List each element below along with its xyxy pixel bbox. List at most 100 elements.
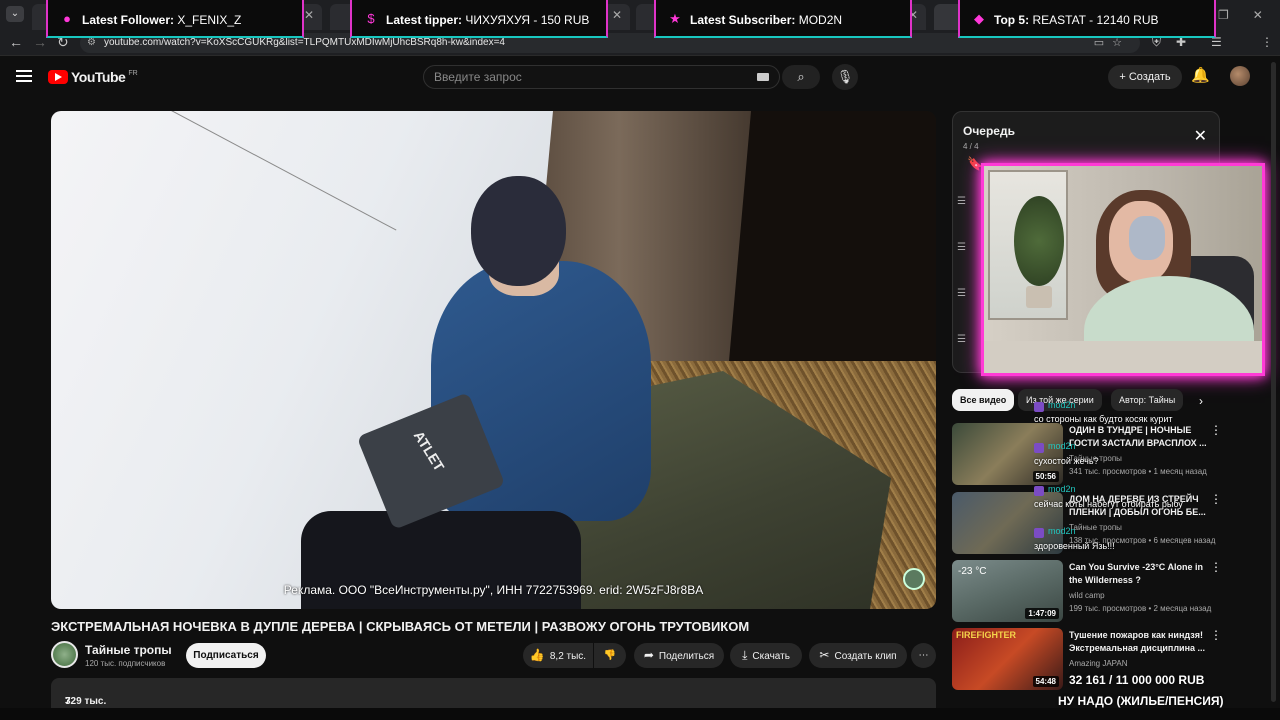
- subscriber-count: 120 тыс. подписчиков: [85, 659, 166, 668]
- voice-search-button[interactable]: 🎙: [832, 64, 858, 90]
- latest-subscriber-alert: ★ Latest Subscriber: MOD2N: [654, 0, 912, 38]
- logo-text: YouTube: [71, 69, 126, 85]
- more-vertical-icon[interactable]: ⋮: [1210, 628, 1222, 642]
- search-placeholder: Введите запрос: [434, 70, 522, 84]
- share-icon: ➦: [643, 648, 654, 662]
- rec-meta: 199 тыс. просмотров • 2 месяца назад: [1069, 604, 1212, 613]
- chat-message: сухостой жечь?: [1034, 456, 1099, 466]
- queue-count: 4 / 4: [963, 142, 979, 151]
- youtube-logo[interactable]: YouTube FR: [48, 69, 138, 85]
- chat-badge-icon: [1034, 486, 1044, 496]
- chat-badge-icon: [1034, 402, 1044, 412]
- share-label: Поделиться: [658, 651, 715, 662]
- dislike-button[interactable]: 👎: [594, 643, 626, 668]
- channel-name[interactable]: Тайные тропы: [85, 643, 172, 657]
- download-button[interactable]: ⤓ Скачать: [730, 643, 802, 668]
- channel-watermark-icon[interactable]: [903, 568, 925, 590]
- case-brand: ATLET: [410, 428, 448, 474]
- chat-username: mod2n: [1048, 400, 1076, 410]
- like-count: 8,2 тыс.: [549, 651, 587, 662]
- donation-goal-label: НУ НАДО (ЖИЛЬЕ/ПЕНСИЯ): [1058, 694, 1224, 708]
- search-input[interactable]: Введите запрос: [423, 65, 780, 89]
- clip-label: Создать клип: [834, 651, 897, 662]
- close-tab-icon[interactable]: ✕: [612, 8, 622, 22]
- forward-arrow-icon[interactable]: →: [33, 34, 47, 50]
- dollar-icon: $: [367, 11, 375, 26]
- streamer-webcam: [981, 163, 1265, 376]
- subscribe-button[interactable]: Подписаться: [186, 643, 266, 668]
- like-button[interactable]: 👍 8,2 тыс.: [523, 643, 593, 668]
- scissors-icon: ✂: [819, 648, 830, 662]
- share-button[interactable]: ➦ Поделиться: [634, 643, 724, 668]
- rec-channel[interactable]: wild camp: [1069, 591, 1105, 600]
- search-button[interactable]: ⌕: [782, 65, 820, 89]
- video-thumbnail[interactable]: -23 °C 1:47:09: [952, 560, 1063, 622]
- plus-icon: +: [1119, 71, 1129, 83]
- video-thumbnail[interactable]: FIREFIGHTER 54:48: [952, 628, 1063, 690]
- chat-username: mod2n: [1048, 441, 1076, 451]
- keyboard-icon[interactable]: [757, 73, 769, 81]
- diamond-icon: ◆: [974, 11, 984, 26]
- bell-icon[interactable]: 🔔: [1191, 66, 1210, 84]
- list-item[interactable]: -23 °C 1:47:09 Can You Survive -23°C Alo…: [952, 560, 1272, 624]
- rec-title[interactable]: Can You Survive -23°C Alone in the Wilde…: [1069, 561, 1207, 587]
- more-horizontal-icon: ⋯: [918, 650, 929, 661]
- back-arrow-icon[interactable]: ←: [9, 34, 23, 50]
- tab-search-icon[interactable]: ⌄: [6, 6, 24, 22]
- chevron-right-icon[interactable]: ›: [1199, 394, 1203, 408]
- duration-badge: 54:48: [1032, 676, 1059, 687]
- search-icon: ⌕: [797, 69, 805, 84]
- chat-badge-icon: [1034, 528, 1044, 538]
- star-icon: ★: [669, 11, 681, 26]
- headphones-icon: [1129, 216, 1165, 260]
- ad-disclosure-text: Реклама. ООО "ВсеИнструменты.ру", ИНН 77…: [283, 583, 704, 597]
- close-icon[interactable]: ✕: [1194, 126, 1207, 146]
- youtube-header: YouTube FR Введите запрос ⌕ 🎙 + Создать …: [0, 57, 1280, 97]
- video-scene-hat: [471, 176, 566, 286]
- rec-title[interactable]: ОДИН В ТУНДРЕ | НОЧНЫЕ ГОСТИ ЗАСТАЛИ ВРА…: [1069, 424, 1207, 450]
- page-scrollbar[interactable]: [1271, 62, 1276, 702]
- alert-value: ЧИХУЯХУЯ - 150 RUB: [465, 13, 590, 27]
- list-item[interactable]: 50:56 ОДИН В ТУНДРЕ | НОЧНЫЕ ГОСТИ ЗАСТА…: [952, 423, 1272, 487]
- chip-by-author[interactable]: Автор: Тайны: [1111, 389, 1184, 411]
- close-window-icon[interactable]: ✕: [1253, 8, 1263, 22]
- more-vertical-icon[interactable]: ⋮: [1210, 560, 1222, 574]
- url-text: youtube.com/watch?v=KoXScCGUKRg&list=TLP…: [104, 37, 505, 48]
- more-actions-button[interactable]: ⋯: [911, 643, 936, 668]
- channel-avatar[interactable]: [51, 641, 78, 668]
- window-controls: ❐ ✕: [1210, 0, 1280, 30]
- chip-all-videos[interactable]: Все видео: [952, 389, 1015, 411]
- chat-username: mod2n: [1048, 526, 1076, 536]
- video-thumbnail[interactable]: 50:56: [952, 423, 1063, 485]
- clip-button[interactable]: ✂ Создать клип: [809, 643, 907, 668]
- rec-title[interactable]: Тушение пожаров как ниндзя! Экстремальна…: [1069, 629, 1207, 655]
- top5-alert: ◆ Top 5: REASTAT - 12140 RUB: [958, 0, 1216, 38]
- country-code: FR: [128, 69, 138, 77]
- video-player[interactable]: ATLET Реклама. ООО "ВсеИнструменты.ру", …: [51, 111, 936, 609]
- alert-label: Latest tipper:: [386, 13, 463, 27]
- alert-label: Latest Subscriber:: [690, 13, 796, 27]
- more-vertical-icon[interactable]: ⋮: [1210, 423, 1222, 437]
- queue-title: Очередь: [963, 124, 1015, 138]
- download-icon: ⤓: [742, 648, 748, 662]
- rec-channel[interactable]: Тайные тропы: [1069, 523, 1122, 532]
- description-box[interactable]: 329 тыс. просмотров 7 месяцев назад: [51, 678, 936, 720]
- chat-message: сейчас коты набегут отбирать рыбу: [1034, 499, 1183, 509]
- play-logo-icon: [48, 70, 68, 84]
- mic-icon: 🎙: [836, 69, 854, 84]
- thumbnail-text: FIREFIGHTER: [956, 630, 1016, 640]
- more-vertical-icon[interactable]: ⋮: [1210, 492, 1222, 506]
- avatar[interactable]: [1230, 66, 1250, 86]
- duration-badge: 1:47:09: [1025, 608, 1059, 619]
- chat-message: здоровенный Язь!!!: [1034, 541, 1115, 551]
- create-button[interactable]: + Создать: [1108, 65, 1182, 89]
- maximize-icon[interactable]: ❐: [1218, 8, 1229, 22]
- more-menu-icon[interactable]: ⋮: [1261, 35, 1273, 49]
- user-icon: ●: [63, 11, 71, 26]
- rec-channel[interactable]: Amazing JAPAN: [1069, 659, 1128, 668]
- menu-icon[interactable]: [16, 70, 32, 82]
- close-tab-icon[interactable]: ✕: [304, 8, 314, 22]
- duration-badge: 50:56: [1032, 471, 1059, 482]
- latest-follower-alert: ● Latest Follower: X_FENIX_Z: [46, 0, 304, 38]
- alert-value: X_FENIX_Z: [177, 13, 242, 27]
